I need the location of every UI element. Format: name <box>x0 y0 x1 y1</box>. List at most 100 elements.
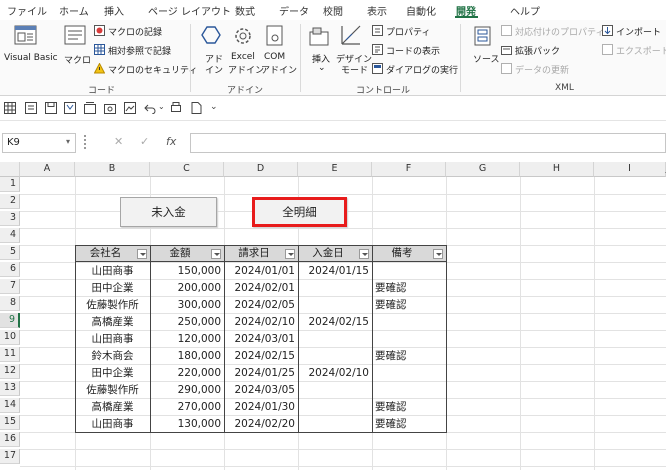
import-button[interactable]: インポート <box>616 25 661 38</box>
unpaid-filter-button[interactable]: 未入金 <box>120 197 217 227</box>
table-cell[interactable] <box>372 314 446 331</box>
com-addins-button-line2[interactable]: アドイン <box>261 63 297 76</box>
column-header-b[interactable]: B <box>75 162 150 177</box>
row-header-10[interactable]: 10 <box>0 330 20 345</box>
view-code-button[interactable]: コードの表示 <box>386 44 440 57</box>
table-cell[interactable]: 2024/02/10 <box>298 365 372 382</box>
table-cell[interactable]: 120,000 <box>150 331 224 348</box>
name-box[interactable]: K9 <box>2 133 76 153</box>
row-header-2[interactable]: 2 <box>0 194 20 209</box>
grid-icon[interactable] <box>4 102 16 114</box>
tab-file[interactable]: ファイル <box>7 3 47 18</box>
tab-help[interactable]: ヘルプ <box>510 3 540 18</box>
table-cell[interactable]: 300,000 <box>150 297 224 314</box>
table-cell[interactable] <box>298 399 372 416</box>
table-cell[interactable]: 鈴木商会 <box>75 348 150 365</box>
tab-data[interactable]: データ <box>279 3 309 18</box>
refresh-data-button[interactable]: データの更新 <box>515 63 569 76</box>
select-all-corner[interactable] <box>0 162 20 177</box>
filter-dropdown-icon[interactable] <box>211 249 221 259</box>
table-cell[interactable]: 180,000 <box>150 348 224 365</box>
table-cell[interactable]: 2024/02/15 <box>224 348 298 365</box>
undo-dropdown-chevron-icon[interactable]: ⌄ <box>158 102 165 111</box>
camera-icon[interactable] <box>104 102 116 114</box>
export-button[interactable]: エクスポート <box>616 44 666 57</box>
table-cell[interactable]: 要確認 <box>372 280 446 297</box>
table-cell[interactable]: 田中企業 <box>75 365 150 382</box>
table-cell[interactable]: 150,000 <box>150 263 224 280</box>
row-header-4[interactable]: 4 <box>0 228 20 243</box>
new-document-icon[interactable] <box>190 102 202 114</box>
table-cell[interactable]: 2024/01/01 <box>224 263 298 280</box>
row-header-14[interactable]: 14 <box>0 398 20 413</box>
table-cell[interactable]: 2024/01/25 <box>224 365 298 382</box>
cancel-icon[interactable]: ✕ <box>114 135 123 148</box>
record-macro-button[interactable]: マクロの記録 <box>108 25 162 38</box>
form-icon[interactable] <box>25 102 37 114</box>
relative-reference-button[interactable]: 相対参照で記録 <box>108 44 171 57</box>
sort-filter-icon[interactable] <box>64 102 76 114</box>
table-cell[interactable]: 2024/02/10 <box>224 314 298 331</box>
excel-addins-button-line1[interactable]: Excel <box>231 52 255 62</box>
xml-source-button[interactable]: ソース <box>473 52 500 65</box>
enter-check-icon[interactable]: ✓ <box>140 135 149 148</box>
column-header-e[interactable]: E <box>298 162 372 177</box>
table-cell[interactable] <box>298 416 372 433</box>
tab-page-layout[interactable]: ページ レイアウト <box>148 3 231 18</box>
tab-review[interactable]: 校閲 <box>323 3 343 18</box>
filter-dropdown-icon[interactable] <box>137 249 147 259</box>
table-cell[interactable] <box>298 348 372 365</box>
macro-security-button[interactable]: マクロのセキュリティ <box>108 63 197 76</box>
expansion-pack-button[interactable]: 拡張パック <box>515 44 560 57</box>
row-header-6[interactable]: 6 <box>0 262 20 277</box>
image-icon[interactable] <box>124 102 136 114</box>
name-box-dropdown-icon[interactable]: ▾ <box>66 137 70 146</box>
row-header-1[interactable]: 1 <box>0 177 20 192</box>
row-header-9[interactable]: 9 <box>0 313 20 328</box>
com-addins-button-line1[interactable]: COM <box>264 52 285 62</box>
table-cell[interactable]: 2024/01/15 <box>298 263 372 280</box>
table-cell[interactable]: 山田商事 <box>75 416 150 433</box>
print-preview-icon[interactable] <box>170 102 182 114</box>
addins-button-line2[interactable]: イン <box>205 63 223 76</box>
table-cell[interactable] <box>372 263 446 280</box>
filter-dropdown-icon[interactable] <box>433 249 443 259</box>
table-cell[interactable] <box>298 297 372 314</box>
filter-dropdown-icon[interactable] <box>359 249 369 259</box>
table-cell[interactable]: 高橋産業 <box>75 399 150 416</box>
row-header-15[interactable]: 15 <box>0 415 20 430</box>
table-cell[interactable] <box>298 382 372 399</box>
table-cell[interactable]: 2024/02/01 <box>224 280 298 297</box>
column-header-h[interactable]: H <box>520 162 594 177</box>
table-cell[interactable]: 要確認 <box>372 416 446 433</box>
design-mode-button-line2[interactable]: モード <box>341 63 368 76</box>
tab-automate[interactable]: 自動化 <box>406 3 436 18</box>
macros-button[interactable]: マクロ <box>64 53 91 66</box>
save-icon[interactable] <box>45 102 57 114</box>
table-cell[interactable]: 田中企業 <box>75 280 150 297</box>
table-cell[interactable] <box>298 280 372 297</box>
table-cell[interactable]: 290,000 <box>150 382 224 399</box>
table-cell[interactable]: 130,000 <box>150 416 224 433</box>
column-header-f[interactable]: F <box>372 162 446 177</box>
table-cell[interactable]: 200,000 <box>150 280 224 297</box>
table-cell[interactable] <box>372 365 446 382</box>
tab-formulas[interactable]: 数式 <box>235 3 255 18</box>
table-cell[interactable]: 佐藤製作所 <box>75 382 150 399</box>
row-header-8[interactable]: 8 <box>0 296 20 311</box>
run-dialog-button[interactable]: ダイアログの実行 <box>386 63 458 76</box>
column-header-g[interactable]: G <box>446 162 520 177</box>
table-cell[interactable]: 2024/03/01 <box>224 331 298 348</box>
splitter-handle[interactable] <box>84 135 86 149</box>
excel-addins-button-line2[interactable]: アドイン <box>228 63 264 76</box>
all-details-button[interactable]: 全明細 <box>252 197 347 227</box>
table-cell[interactable]: 270,000 <box>150 399 224 416</box>
properties-button[interactable]: プロパティ <box>386 25 430 38</box>
table-cell[interactable]: 山田商事 <box>75 263 150 280</box>
table-cell[interactable]: 2024/02/15 <box>298 314 372 331</box>
column-header-c[interactable]: C <box>150 162 224 177</box>
table-cell[interactable]: 2024/03/05 <box>224 382 298 399</box>
map-properties-button[interactable]: 対応付けのプロパティ <box>515 25 604 38</box>
column-header-i[interactable]: I <box>594 162 666 177</box>
row-header-13[interactable]: 13 <box>0 381 20 396</box>
